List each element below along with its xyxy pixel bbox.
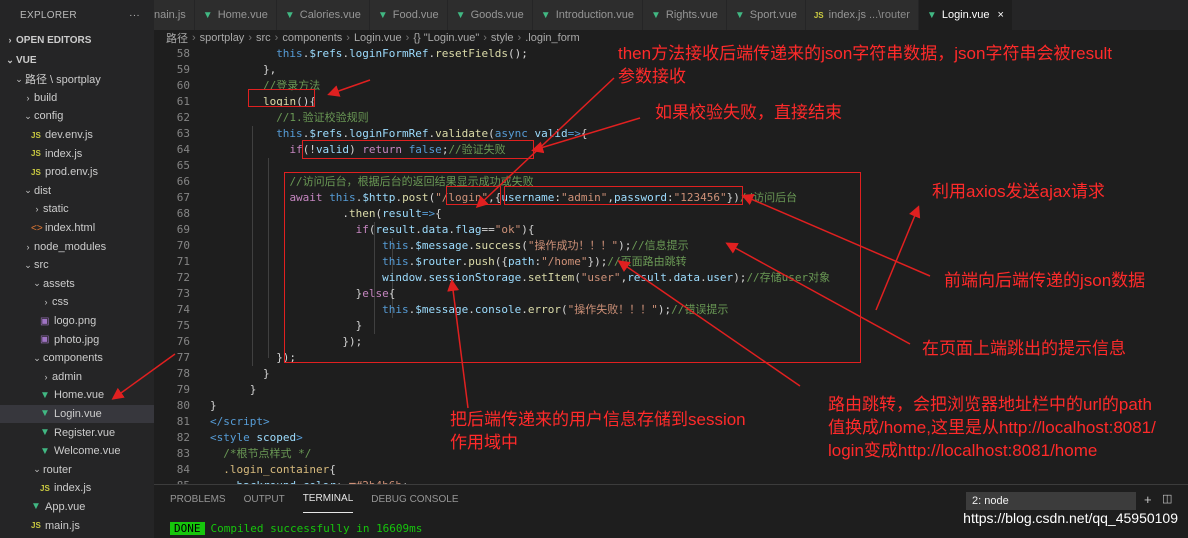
- annotation-session: 把后端传递来的用户信息存储到session作用域中: [450, 410, 746, 452]
- arrow-to-then: [475, 77, 615, 209]
- done-badge: DONE: [170, 522, 205, 535]
- annotation-valid-fail: 如果校验失败，直接结束: [655, 103, 842, 122]
- panel-tab-problems[interactable]: PROBLEMS: [170, 485, 226, 513]
- annotation-then: then方法接收后端传递来的json字符串数据，json字符串会被result参…: [618, 44, 1113, 86]
- panel-tab-output[interactable]: OUTPUT: [244, 485, 285, 513]
- arrow-to-session: [447, 279, 469, 409]
- arrow-to-valid: [531, 117, 641, 154]
- annotation-axios: 利用axios发送ajax请求: [932, 182, 1105, 201]
- arrow-to-axios: [875, 205, 921, 311]
- arrow-to-login-vue: [111, 353, 176, 400]
- arrow-to-router: [617, 260, 801, 387]
- terminal-select[interactable]: 2: node: [966, 492, 1136, 510]
- new-terminal-icon[interactable]: +: [1144, 492, 1152, 507]
- panel-tab-debug-console[interactable]: DEBUG CONSOLE: [371, 485, 458, 513]
- arrow-to-json-params: [741, 194, 931, 277]
- annotation-json-params: 前端向后端传递的json数据: [944, 271, 1146, 290]
- compile-message: Compiled successfully in 16609ms: [210, 522, 423, 535]
- terminal-output: DONE Compiled successfully in 16609ms: [170, 522, 422, 535]
- annotation-message: 在页面上端跳出的提示信息: [922, 339, 1126, 358]
- watermark: https://blog.csdn.net/qq_45950109: [963, 510, 1178, 526]
- split-terminal-icon[interactable]: ◫: [1162, 492, 1172, 505]
- panel-tab-terminal[interactable]: TERMINAL: [302, 485, 354, 513]
- annotation-router: 路由跳转，会把浏览器地址栏中的url的path值换成/home,这里是从http…: [828, 395, 1156, 460]
- arrow-to-login-method: [327, 79, 371, 97]
